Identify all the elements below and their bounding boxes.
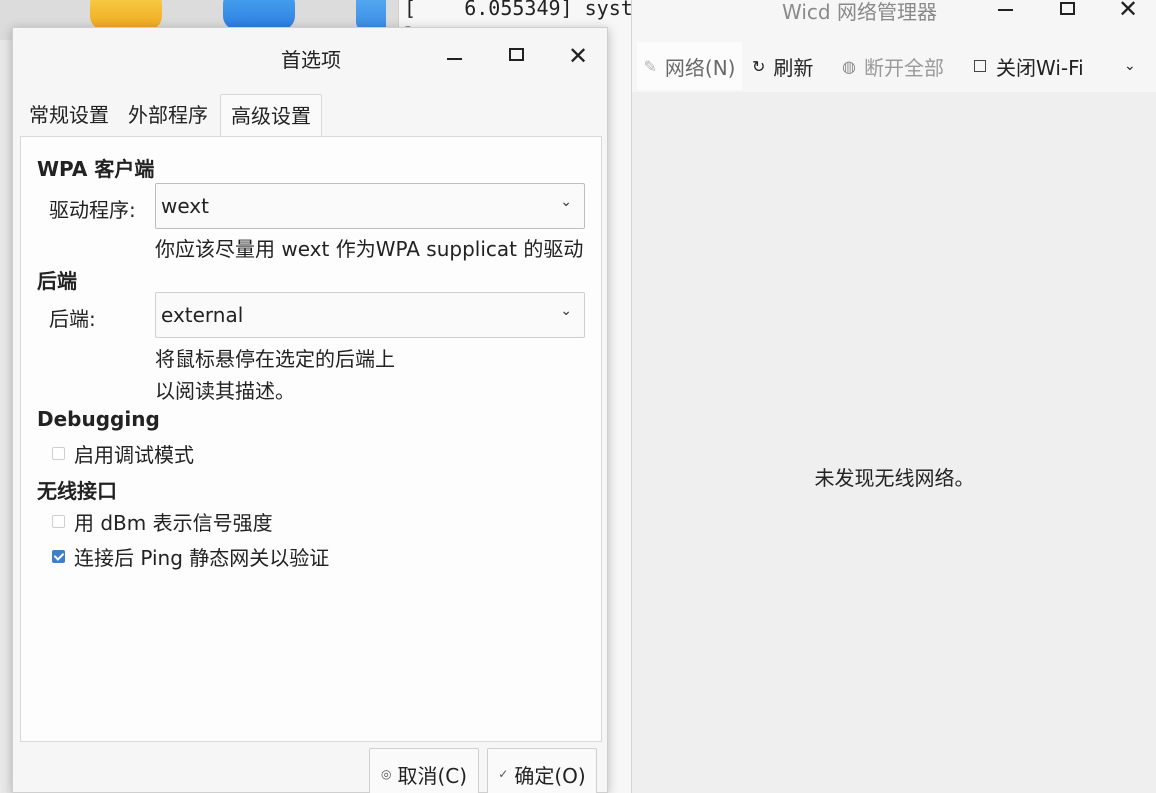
maximize-icon <box>1060 2 1075 15</box>
tab-general[interactable]: 常规设置 <box>29 94 109 136</box>
network-list-area: 未发现无线网络。 <box>632 92 1156 793</box>
refresh-label: 刷新 <box>773 55 814 80</box>
advanced-settings-panel: WPA 客户端 驱动程序: wext ⌄ 你应该尽量用 wext 作为WPA s… <box>20 136 602 742</box>
tab-external-programs[interactable]: 外部程序 <box>128 94 208 136</box>
disconnect-all-button[interactable]: ◍ 断开全部 <box>842 42 944 90</box>
ping-gateway-label: 连接后 Ping 静态网关以验证 <box>74 545 330 570</box>
minimize-icon <box>447 58 462 60</box>
wicd-toolbar: ✎ 网络(N) ↻ 刷新 ◍ 断开全部 关闭Wi-Fi ⌄ <box>632 42 1156 90</box>
ping-gateway-checkbox[interactable]: 连接后 Ping 静态网关以验证 <box>52 541 329 571</box>
wifi-checkbox-icon <box>974 60 986 72</box>
terminal-line: [ 6.055349] syste <box>404 0 638 20</box>
weather-app-icon[interactable] <box>90 0 162 30</box>
backend-section-heading: 后端 <box>37 269 77 293</box>
cancel-button[interactable]: ◎ 取消(C) <box>369 748 479 793</box>
globe-icon: ◍ <box>842 56 856 76</box>
toolbar-overflow-button[interactable]: ⌄ <box>1124 42 1136 90</box>
chevron-down-icon: ⌄ <box>560 194 572 210</box>
ok-label: 确定(O) <box>514 763 586 788</box>
driver-hint: 你应该尽量用 wext 作为WPA supplicat 的驱动 <box>155 237 584 261</box>
maximize-icon <box>509 48 524 61</box>
checkmark-icon: ✓ <box>498 767 509 781</box>
close-icon: ✕ <box>568 42 589 70</box>
dialog-minimize-button[interactable] <box>443 46 467 70</box>
preferences-dialog: 首选项 ✕ 常规设置 外部程序 高级设置 WPA 客户端 驱动程序: wext … <box>12 27 608 793</box>
network-menu-button[interactable]: ✎ 网络(N) <box>637 42 742 90</box>
wicd-window: Wicd 网络管理器 ✕ ✎ 网络(N) ↻ 刷新 ◍ 断开全部 关闭Wi-Fi… <box>631 0 1156 793</box>
tab-advanced[interactable]: 高级设置 <box>220 94 322 138</box>
chevron-down-icon: ⌄ <box>560 303 572 319</box>
dbm-signal-label: 用 dBm 表示信号强度 <box>74 510 273 535</box>
wicd-title: Wicd 网络管理器 <box>782 0 937 24</box>
dbm-signal-checkbox[interactable]: 用 dBm 表示信号强度 <box>52 506 273 536</box>
driver-select-value: wext <box>161 194 209 218</box>
network-menu-label: 网络(N) <box>664 55 736 80</box>
wpa-section-heading: WPA 客户端 <box>37 157 155 181</box>
backend-label: 后端: <box>49 307 96 331</box>
disable-wifi-toggle[interactable]: 关闭Wi-Fi <box>974 42 1084 90</box>
checkbox-icon <box>52 446 65 460</box>
chevron-down-icon: ⌄ <box>1124 58 1136 74</box>
debug-mode-label: 启用调试模式 <box>74 442 194 467</box>
backend-hint-line2: 以阅读其描述。 <box>155 379 295 403</box>
backend-hint-line1: 将鼠标悬停在选定的后端上 <box>155 347 395 371</box>
network-icon: ✎ <box>643 56 657 76</box>
minimize-icon <box>998 9 1013 11</box>
refresh-icon: ↻ <box>752 56 766 76</box>
cancel-icon: ◎ <box>380 767 392 781</box>
minimize-button[interactable] <box>994 0 1018 22</box>
checkbox-icon <box>52 514 65 528</box>
dialog-maximize-button[interactable] <box>505 46 529 70</box>
refresh-button[interactable]: ↻ 刷新 <box>752 42 813 90</box>
driver-select[interactable]: wext ⌄ <box>155 183 585 229</box>
cancel-label: 取消(C) <box>397 763 468 788</box>
backend-select-value: external <box>161 303 244 327</box>
close-button[interactable]: ✕ <box>1118 0 1142 23</box>
disable-wifi-label: 关闭Wi-Fi <box>996 55 1084 80</box>
wireless-section-heading: 无线接口 <box>37 479 117 503</box>
driver-label: 驱动程序: <box>49 198 136 222</box>
checkbox-checked-icon <box>52 549 65 563</box>
empty-network-message: 未发现无线网络。 <box>814 466 975 490</box>
maximize-button[interactable] <box>1056 0 1080 22</box>
wicd-titlebar[interactable]: Wicd 网络管理器 ✕ <box>632 0 1156 34</box>
backend-select[interactable]: external ⌄ <box>155 292 585 338</box>
app-icon-partial[interactable] <box>356 0 386 30</box>
debugging-section-heading: Debugging <box>37 407 160 431</box>
disconnect-all-label: 断开全部 <box>863 55 944 80</box>
app-icon[interactable] <box>223 0 295 30</box>
close-icon: ✕ <box>1118 0 1139 23</box>
dialog-close-button[interactable]: ✕ <box>568 42 592 72</box>
ok-button[interactable]: ✓ 确定(O) <box>487 748 597 793</box>
dialog-titlebar[interactable]: 首选项 ✕ <box>13 28 609 88</box>
debug-mode-checkbox[interactable]: 启用调试模式 <box>52 438 194 468</box>
